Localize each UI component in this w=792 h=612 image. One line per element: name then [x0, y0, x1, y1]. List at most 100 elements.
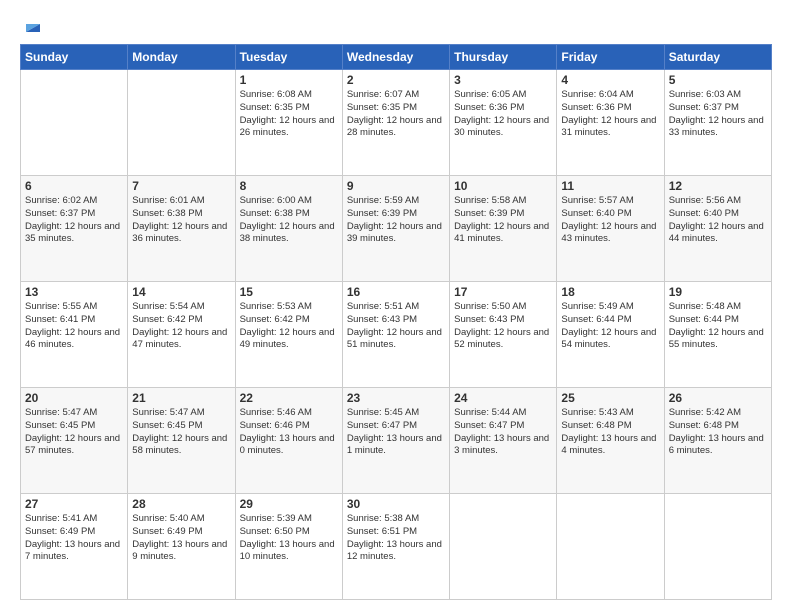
cell-info: Sunrise: 5:42 AM Sunset: 6:48 PM Dayligh… — [669, 407, 767, 458]
day-number: 3 — [454, 73, 552, 87]
calendar-cell: 11 Sunrise: 5:57 AM Sunset: 6:40 PM Dayli… — [557, 176, 664, 282]
cell-info: Sunrise: 5:58 AM Sunset: 6:39 PM Dayligh… — [454, 195, 552, 246]
cell-info: Sunrise: 5:48 AM Sunset: 6:44 PM Dayligh… — [669, 301, 767, 352]
header — [20, 16, 772, 34]
col-wednesday: Wednesday — [342, 45, 449, 70]
day-number: 1 — [240, 73, 338, 87]
day-number: 21 — [132, 391, 230, 405]
cell-info: Sunrise: 5:47 AM Sunset: 6:45 PM Dayligh… — [25, 407, 123, 458]
cell-info: Sunrise: 6:03 AM Sunset: 6:37 PM Dayligh… — [669, 89, 767, 140]
day-number: 7 — [132, 179, 230, 193]
col-sunday: Sunday — [21, 45, 128, 70]
calendar-cell: 18 Sunrise: 5:49 AM Sunset: 6:44 PM Dayli… — [557, 282, 664, 388]
cell-info: Sunrise: 5:53 AM Sunset: 6:42 PM Dayligh… — [240, 301, 338, 352]
calendar-cell: 3 Sunrise: 6:05 AM Sunset: 6:36 PM Daylig… — [450, 70, 557, 176]
cell-info: Sunrise: 5:51 AM Sunset: 6:43 PM Dayligh… — [347, 301, 445, 352]
cell-info: Sunrise: 6:05 AM Sunset: 6:36 PM Dayligh… — [454, 89, 552, 140]
day-number: 29 — [240, 497, 338, 511]
calendar-cell: 23 Sunrise: 5:45 AM Sunset: 6:47 PM Dayli… — [342, 388, 449, 494]
calendar-cell: 7 Sunrise: 6:01 AM Sunset: 6:38 PM Daylig… — [128, 176, 235, 282]
day-number: 16 — [347, 285, 445, 299]
calendar-cell — [128, 70, 235, 176]
cell-info: Sunrise: 5:59 AM Sunset: 6:39 PM Dayligh… — [347, 195, 445, 246]
day-number: 22 — [240, 391, 338, 405]
week-row-4: 20 Sunrise: 5:47 AM Sunset: 6:45 PM Dayli… — [21, 388, 772, 494]
cell-info: Sunrise: 5:49 AM Sunset: 6:44 PM Dayligh… — [561, 301, 659, 352]
calendar-cell: 5 Sunrise: 6:03 AM Sunset: 6:37 PM Daylig… — [664, 70, 771, 176]
cell-info: Sunrise: 5:50 AM Sunset: 6:43 PM Dayligh… — [454, 301, 552, 352]
calendar-table: Sunday Monday Tuesday Wednesday Thursday… — [20, 44, 772, 600]
day-number: 17 — [454, 285, 552, 299]
calendar-cell: 30 Sunrise: 5:38 AM Sunset: 6:51 PM Dayli… — [342, 494, 449, 600]
cell-info: Sunrise: 5:57 AM Sunset: 6:40 PM Dayligh… — [561, 195, 659, 246]
cell-info: Sunrise: 6:04 AM Sunset: 6:36 PM Dayligh… — [561, 89, 659, 140]
cell-info: Sunrise: 5:39 AM Sunset: 6:50 PM Dayligh… — [240, 513, 338, 564]
day-number: 15 — [240, 285, 338, 299]
week-row-2: 6Sunrise: 6:02 AM Sunset: 6:37 PM Daylig… — [21, 176, 772, 282]
day-number: 20 — [25, 391, 123, 405]
calendar-cell: 24Sunrise: 5:44 AM Sunset: 6:47 PM Dayli… — [450, 388, 557, 494]
page: Sunday Monday Tuesday Wednesday Thursday… — [0, 0, 792, 612]
cell-info: Sunrise: 5:45 AM Sunset: 6:47 PM Dayligh… — [347, 407, 445, 458]
calendar-cell: 19 Sunrise: 5:48 AM Sunset: 6:44 PM Dayli… — [664, 282, 771, 388]
day-number: 8 — [240, 179, 338, 193]
day-number: 30 — [347, 497, 445, 511]
calendar-cell: 14Sunrise: 5:54 AM Sunset: 6:42 PM Dayli… — [128, 282, 235, 388]
week-row-5: 27Sunrise: 5:41 AM Sunset: 6:49 PM Dayli… — [21, 494, 772, 600]
calendar-cell: 9 Sunrise: 5:59 AM Sunset: 6:39 PM Daylig… — [342, 176, 449, 282]
day-number: 11 — [561, 179, 659, 193]
calendar-cell — [450, 494, 557, 600]
calendar-cell: 26 Sunrise: 5:42 AM Sunset: 6:48 PM Dayli… — [664, 388, 771, 494]
day-number: 10 — [454, 179, 552, 193]
day-number: 18 — [561, 285, 659, 299]
calendar-cell: 4 Sunrise: 6:04 AM Sunset: 6:36 PM Daylig… — [557, 70, 664, 176]
logo-icon — [22, 14, 44, 36]
day-number: 26 — [669, 391, 767, 405]
calendar-cell: 20 Sunrise: 5:47 AM Sunset: 6:45 PM Dayli… — [21, 388, 128, 494]
cell-info: Sunrise: 6:01 AM Sunset: 6:38 PM Dayligh… — [132, 195, 230, 246]
cell-info: Sunrise: 6:08 AM Sunset: 6:35 PM Dayligh… — [240, 89, 338, 140]
day-number: 5 — [669, 73, 767, 87]
calendar-cell: 27Sunrise: 5:41 AM Sunset: 6:49 PM Dayli… — [21, 494, 128, 600]
cell-info: Sunrise: 6:00 AM Sunset: 6:38 PM Dayligh… — [240, 195, 338, 246]
cell-info: Sunrise: 6:07 AM Sunset: 6:35 PM Dayligh… — [347, 89, 445, 140]
day-number: 19 — [669, 285, 767, 299]
calendar-cell: 22 Sunrise: 5:46 AM Sunset: 6:46 PM Dayli… — [235, 388, 342, 494]
calendar-cell: 28 Sunrise: 5:40 AM Sunset: 6:49 PM Dayli… — [128, 494, 235, 600]
col-thursday: Thursday — [450, 45, 557, 70]
calendar-cell: 16 Sunrise: 5:51 AM Sunset: 6:43 PM Dayli… — [342, 282, 449, 388]
col-friday: Friday — [557, 45, 664, 70]
day-number: 13 — [25, 285, 123, 299]
cell-info: Sunrise: 5:54 AM Sunset: 6:42 PM Dayligh… — [132, 301, 230, 352]
cell-info: Sunrise: 5:55 AM Sunset: 6:41 PM Dayligh… — [25, 301, 123, 352]
calendar-cell: 21 Sunrise: 5:47 AM Sunset: 6:45 PM Dayli… — [128, 388, 235, 494]
calendar-cell: 10 Sunrise: 5:58 AM Sunset: 6:39 PM Dayli… — [450, 176, 557, 282]
logo — [20, 16, 44, 34]
cell-info: Sunrise: 5:41 AM Sunset: 6:49 PM Dayligh… — [25, 513, 123, 564]
calendar-cell — [21, 70, 128, 176]
calendar-cell: 12Sunrise: 5:56 AM Sunset: 6:40 PM Dayli… — [664, 176, 771, 282]
calendar-cell: 6Sunrise: 6:02 AM Sunset: 6:37 PM Daylig… — [21, 176, 128, 282]
cell-info: Sunrise: 5:38 AM Sunset: 6:51 PM Dayligh… — [347, 513, 445, 564]
day-number: 4 — [561, 73, 659, 87]
calendar-cell: 8 Sunrise: 6:00 AM Sunset: 6:38 PM Daylig… — [235, 176, 342, 282]
cell-info: Sunrise: 5:43 AM Sunset: 6:48 PM Dayligh… — [561, 407, 659, 458]
cell-info: Sunrise: 5:56 AM Sunset: 6:40 PM Dayligh… — [669, 195, 767, 246]
day-number: 9 — [347, 179, 445, 193]
calendar-header-row: Sunday Monday Tuesday Wednesday Thursday… — [21, 45, 772, 70]
calendar-cell: 15 Sunrise: 5:53 AM Sunset: 6:42 PM Dayli… — [235, 282, 342, 388]
cell-info: Sunrise: 5:47 AM Sunset: 6:45 PM Dayligh… — [132, 407, 230, 458]
calendar-cell — [664, 494, 771, 600]
day-number: 28 — [132, 497, 230, 511]
cell-info: Sunrise: 5:40 AM Sunset: 6:49 PM Dayligh… — [132, 513, 230, 564]
day-number: 24 — [454, 391, 552, 405]
day-number: 25 — [561, 391, 659, 405]
col-saturday: Saturday — [664, 45, 771, 70]
cell-info: Sunrise: 5:46 AM Sunset: 6:46 PM Dayligh… — [240, 407, 338, 458]
calendar-cell: 13 Sunrise: 5:55 AM Sunset: 6:41 PM Dayli… — [21, 282, 128, 388]
col-monday: Monday — [128, 45, 235, 70]
week-row-3: 13 Sunrise: 5:55 AM Sunset: 6:41 PM Dayli… — [21, 282, 772, 388]
calendar-cell: 17 Sunrise: 5:50 AM Sunset: 6:43 PM Dayli… — [450, 282, 557, 388]
day-number: 2 — [347, 73, 445, 87]
day-number: 23 — [347, 391, 445, 405]
